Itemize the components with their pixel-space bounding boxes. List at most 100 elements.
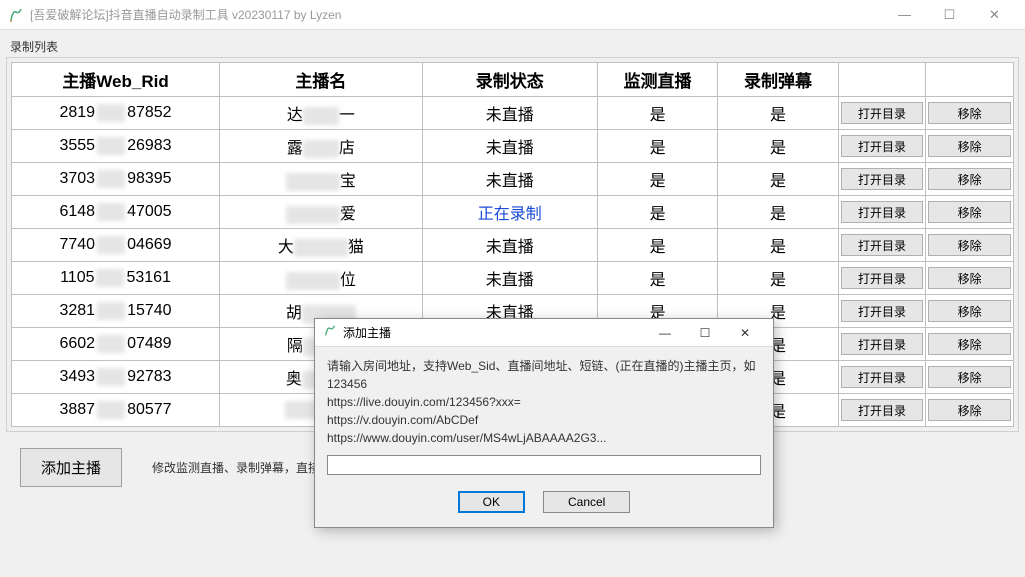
cell-remove: 移除 xyxy=(926,163,1014,196)
dialog-ok-button[interactable]: OK xyxy=(458,491,525,513)
open-dir-button[interactable]: 打开目录 xyxy=(841,399,924,421)
rid-prefix: 3887 xyxy=(59,401,95,418)
name-mask xyxy=(294,239,348,257)
name-mask xyxy=(303,107,339,125)
open-dir-button[interactable]: 打开目录 xyxy=(841,333,924,355)
cell-danmu[interactable]: 是 xyxy=(718,163,838,196)
remove-button[interactable]: 移除 xyxy=(928,300,1011,322)
rid-mask xyxy=(96,269,124,287)
open-dir-button[interactable]: 打开目录 xyxy=(841,135,924,157)
cell-name: 达一 xyxy=(220,97,423,130)
cell-open: 打开目录 xyxy=(838,229,926,262)
rid-prefix: 3493 xyxy=(59,368,95,385)
cell-monitor[interactable]: 是 xyxy=(597,130,717,163)
cell-remove: 移除 xyxy=(926,328,1014,361)
cell-status: 未直播 xyxy=(422,229,597,262)
cell-remove: 移除 xyxy=(926,361,1014,394)
cell-rid: 660207489 xyxy=(12,328,220,361)
cell-danmu[interactable]: 是 xyxy=(718,97,838,130)
dialog-title: 添加主播 xyxy=(343,324,391,341)
cell-danmu[interactable]: 是 xyxy=(718,130,838,163)
dialog-icon xyxy=(323,324,337,341)
cell-danmu[interactable]: 是 xyxy=(718,229,838,262)
cell-remove: 移除 xyxy=(926,130,1014,163)
rid-prefix: 3281 xyxy=(59,302,95,319)
rid-prefix: 6148 xyxy=(59,203,95,220)
dialog-close-button[interactable]: ✕ xyxy=(725,319,765,347)
open-dir-button[interactable]: 打开目录 xyxy=(841,300,924,322)
rid-suffix: 47005 xyxy=(127,203,172,220)
name-mask xyxy=(303,140,339,158)
remove-button[interactable]: 移除 xyxy=(928,135,1011,157)
cell-name: 露店 xyxy=(220,130,423,163)
cell-danmu[interactable]: 是 xyxy=(718,196,838,229)
col-header-rid: 主播Web_Rid xyxy=(12,63,220,97)
cell-rid: 774004669 xyxy=(12,229,220,262)
close-button[interactable]: ✕ xyxy=(972,0,1017,30)
dialog-button-row: OK Cancel xyxy=(315,481,773,527)
table-row: 370398395宝未直播是是打开目录移除 xyxy=(12,163,1014,196)
col-header-danmu: 录制弹幕 xyxy=(718,63,838,97)
cell-monitor[interactable]: 是 xyxy=(597,229,717,262)
cell-status: 正在录制 xyxy=(422,196,597,229)
table-row: 281987852达一未直播是是打开目录移除 xyxy=(12,97,1014,130)
col-header-monitor: 监测直播 xyxy=(597,63,717,97)
dialog-minimize-button[interactable]: — xyxy=(645,319,685,347)
rid-mask xyxy=(97,104,125,122)
cell-name: 宝 xyxy=(220,163,423,196)
name-mask xyxy=(286,173,340,191)
dialog-maximize-button[interactable]: ☐ xyxy=(685,319,725,347)
cell-status: 未直播 xyxy=(422,130,597,163)
cell-remove: 移除 xyxy=(926,97,1014,130)
cell-open: 打开目录 xyxy=(838,262,926,295)
rid-prefix: 2819 xyxy=(59,104,95,121)
maximize-button[interactable]: ☐ xyxy=(927,0,972,30)
add-streamer-button[interactable]: 添加主播 xyxy=(20,448,122,487)
remove-button[interactable]: 移除 xyxy=(928,399,1011,421)
remove-button[interactable]: 移除 xyxy=(928,234,1011,256)
rid-mask xyxy=(97,302,125,320)
remove-button[interactable]: 移除 xyxy=(928,267,1011,289)
open-dir-button[interactable]: 打开目录 xyxy=(841,168,924,190)
window-title: [吾爱破解论坛]抖音直播自动录制工具 v20230117 by Lyzen xyxy=(30,6,882,23)
open-dir-button[interactable]: 打开目录 xyxy=(841,267,924,289)
remove-button[interactable]: 移除 xyxy=(928,102,1011,124)
dialog-url-input[interactable] xyxy=(327,455,761,475)
cell-remove: 移除 xyxy=(926,262,1014,295)
rid-prefix: 3555 xyxy=(59,137,95,154)
table-row: 355526983露店未直播是是打开目录移除 xyxy=(12,130,1014,163)
cell-rid: 110553161 xyxy=(12,262,220,295)
rid-mask xyxy=(97,335,125,353)
dialog-text-4: https://v.douyin.com/AbCDef xyxy=(327,411,761,429)
open-dir-button[interactable]: 打开目录 xyxy=(841,201,924,223)
rid-mask xyxy=(97,368,125,386)
cell-monitor[interactable]: 是 xyxy=(597,97,717,130)
name-mask xyxy=(286,206,340,224)
cell-open: 打开目录 xyxy=(838,97,926,130)
col-header-open xyxy=(838,63,926,97)
minimize-button[interactable]: — xyxy=(882,0,927,30)
cell-danmu[interactable]: 是 xyxy=(718,262,838,295)
cell-remove: 移除 xyxy=(926,196,1014,229)
cell-open: 打开目录 xyxy=(838,130,926,163)
cell-monitor[interactable]: 是 xyxy=(597,196,717,229)
cell-rid: 349392783 xyxy=(12,361,220,394)
rid-prefix: 3703 xyxy=(59,170,95,187)
window-controls: — ☐ ✕ xyxy=(882,0,1017,30)
dialog-text-3: https://live.douyin.com/123456?xxx= xyxy=(327,393,761,411)
cell-monitor[interactable]: 是 xyxy=(597,163,717,196)
dialog-cancel-button[interactable]: Cancel xyxy=(543,491,630,513)
cell-monitor[interactable]: 是 xyxy=(597,262,717,295)
dialog-text-5: https://www.douyin.com/user/MS4wLjABAAAA… xyxy=(327,429,761,447)
remove-button[interactable]: 移除 xyxy=(928,366,1011,388)
table-row: 110553161位未直播是是打开目录移除 xyxy=(12,262,1014,295)
table-header-row: 主播Web_Rid 主播名 录制状态 监测直播 录制弹幕 xyxy=(12,63,1014,97)
open-dir-button[interactable]: 打开目录 xyxy=(841,366,924,388)
open-dir-button[interactable]: 打开目录 xyxy=(841,102,924,124)
remove-button[interactable]: 移除 xyxy=(928,201,1011,223)
cell-remove: 移除 xyxy=(926,229,1014,262)
cell-open: 打开目录 xyxy=(838,196,926,229)
open-dir-button[interactable]: 打开目录 xyxy=(841,234,924,256)
remove-button[interactable]: 移除 xyxy=(928,333,1011,355)
remove-button[interactable]: 移除 xyxy=(928,168,1011,190)
